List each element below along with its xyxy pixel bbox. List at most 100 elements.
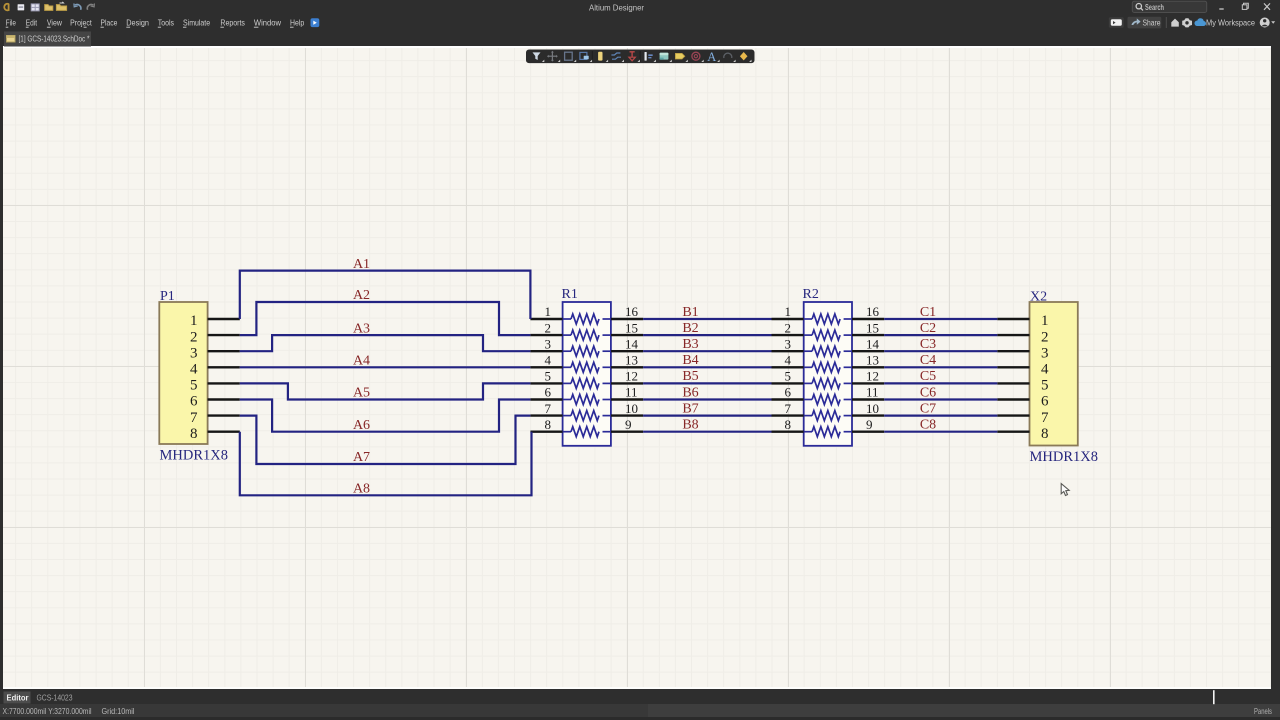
svg-text:4: 4 (190, 362, 198, 378)
svg-text:R1: R1 (562, 287, 578, 302)
svg-text:C4: C4 (920, 353, 936, 368)
svg-text:Help: Help (290, 18, 305, 27)
svg-text:6: 6 (1041, 394, 1049, 410)
svg-text:12: 12 (625, 369, 638, 384)
svg-text:GCS-14023: GCS-14023 (37, 692, 73, 702)
svg-text:My Workspace: My Workspace (1206, 18, 1255, 28)
svg-text:4: 4 (785, 353, 792, 368)
svg-text:Design: Design (126, 18, 149, 27)
svg-text:1: 1 (785, 304, 792, 319)
svg-text:R2: R2 (803, 287, 819, 302)
svg-text:P1: P1 (160, 289, 175, 304)
svg-text:A7: A7 (353, 450, 370, 465)
svg-text:15: 15 (866, 320, 879, 335)
svg-text:File: File (6, 18, 17, 27)
svg-text:A1: A1 (353, 257, 370, 272)
svg-text:A5: A5 (353, 386, 370, 401)
svg-text:B8: B8 (682, 418, 698, 433)
svg-text:Place: Place (101, 18, 118, 27)
svg-text:7: 7 (190, 410, 198, 426)
svg-text:A6: A6 (353, 418, 370, 433)
svg-text:15: 15 (625, 320, 638, 335)
svg-text:2: 2 (785, 320, 792, 335)
svg-text:A2: A2 (353, 288, 370, 303)
svg-text:16: 16 (625, 304, 639, 319)
svg-text:X:7700.000mil Y:3270.000mil: X:7700.000mil Y:3270.000mil (3, 706, 92, 716)
svg-text:6: 6 (190, 394, 198, 410)
svg-text:1: 1 (545, 304, 552, 319)
svg-text:C5: C5 (920, 369, 936, 384)
svg-text:9: 9 (866, 417, 873, 432)
svg-text:5: 5 (1041, 378, 1049, 394)
svg-text:Altium Designer: Altium Designer (589, 3, 644, 12)
svg-text:14: 14 (866, 336, 880, 351)
svg-text:11: 11 (866, 385, 879, 400)
svg-text:A4: A4 (353, 354, 370, 369)
svg-text:MHDR1X8: MHDR1X8 (1030, 449, 1098, 465)
svg-text:C8: C8 (920, 418, 936, 433)
svg-text:C3: C3 (920, 337, 936, 352)
svg-text:C7: C7 (920, 401, 936, 416)
svg-text:Grid:10mil: Grid:10mil (102, 706, 135, 716)
svg-text:C6: C6 (920, 385, 936, 400)
svg-text:8: 8 (1041, 426, 1049, 442)
svg-text:C1: C1 (920, 305, 936, 320)
svg-text:12: 12 (866, 369, 879, 384)
svg-text:7: 7 (545, 401, 552, 416)
svg-text:B1: B1 (682, 305, 698, 320)
svg-text:4: 4 (545, 353, 552, 368)
svg-text:MHDR1X8: MHDR1X8 (160, 448, 228, 464)
svg-text:5: 5 (190, 378, 198, 394)
svg-text:10: 10 (625, 401, 638, 416)
svg-text:4: 4 (1041, 362, 1049, 378)
svg-text:11: 11 (625, 385, 638, 400)
svg-text:7: 7 (1041, 410, 1049, 426)
svg-text:Search: Search (1145, 3, 1164, 12)
svg-text:Edit: Edit (26, 18, 38, 27)
svg-text:1: 1 (1041, 313, 1049, 329)
svg-text:Editor: Editor (7, 692, 30, 702)
svg-text:C2: C2 (920, 321, 936, 336)
svg-text:13: 13 (866, 353, 879, 368)
svg-text:Window: Window (254, 18, 281, 27)
svg-text:10: 10 (866, 401, 879, 416)
svg-text:A: A (707, 50, 716, 64)
svg-text:13: 13 (625, 353, 638, 368)
svg-text:8: 8 (545, 417, 552, 432)
svg-text:[1] GCS-14023.SchDoc *: [1] GCS-14023.SchDoc * (19, 35, 91, 44)
svg-text:B7: B7 (682, 401, 698, 416)
svg-text:6: 6 (785, 385, 792, 400)
svg-text:A8: A8 (353, 482, 370, 497)
svg-text:Tools: Tools (158, 18, 174, 27)
svg-text:2: 2 (1041, 329, 1049, 345)
svg-text:A3: A3 (353, 321, 370, 336)
svg-text:Reports: Reports (220, 18, 245, 27)
svg-text:Simulate: Simulate (183, 18, 210, 27)
svg-text:3: 3 (190, 345, 198, 361)
svg-text:B6: B6 (682, 385, 698, 400)
svg-text:1: 1 (190, 313, 198, 329)
svg-text:9: 9 (625, 417, 632, 432)
svg-text:Panels: Panels (1254, 707, 1272, 716)
svg-text:2: 2 (190, 329, 198, 345)
svg-text:6: 6 (545, 385, 552, 400)
svg-text:Project: Project (70, 18, 92, 27)
svg-text:3: 3 (545, 336, 552, 351)
svg-text:3: 3 (1041, 345, 1049, 361)
svg-text:14: 14 (625, 336, 639, 351)
svg-text:2: 2 (545, 320, 552, 335)
svg-text:16: 16 (866, 304, 880, 319)
svg-text:8: 8 (190, 426, 198, 442)
svg-text:3: 3 (785, 336, 792, 351)
svg-text:B4: B4 (682, 353, 698, 368)
svg-text:B5: B5 (682, 369, 698, 384)
svg-text:5: 5 (785, 369, 792, 384)
svg-text:Share: Share (1143, 18, 1161, 28)
svg-text:View: View (47, 18, 62, 27)
svg-text:B3: B3 (682, 337, 698, 352)
svg-text:X2: X2 (1030, 290, 1047, 305)
svg-text:8: 8 (785, 417, 792, 432)
svg-text:5: 5 (545, 369, 552, 384)
svg-text:B2: B2 (682, 321, 698, 336)
svg-text:7: 7 (785, 401, 792, 416)
